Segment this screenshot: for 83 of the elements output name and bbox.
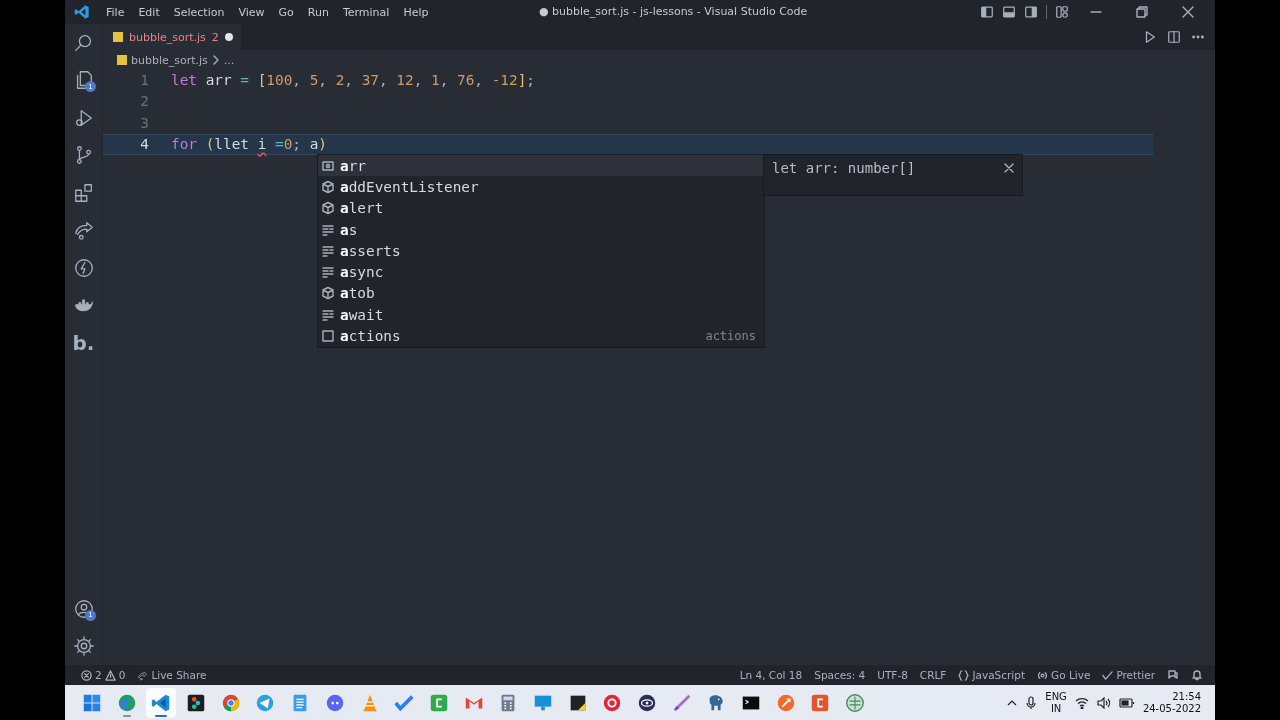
breadcrumb-item[interactable]: bubble_sort.js (131, 53, 208, 67)
feedback-icon[interactable] (1167, 669, 1179, 681)
broadcast-icon (1037, 669, 1049, 681)
code-line: for (llet i =0; a) (171, 134, 327, 154)
status-item[interactable]: CRLF (915, 669, 951, 681)
error-icon (81, 669, 92, 681)
js-file-icon (113, 32, 123, 42)
layout-icon[interactable] (1055, 5, 1069, 19)
keyword-icon (321, 222, 335, 237)
variable-icon (321, 158, 335, 173)
warning-icon (104, 669, 116, 681)
language-mode[interactable]: JavaScript (954, 669, 1030, 681)
status-item[interactable]: UTF-8 (873, 669, 912, 681)
cube-icon (321, 179, 335, 194)
prettier-button[interactable]: Prettier (1098, 669, 1159, 681)
suggestion-item[interactable]: alert (318, 197, 764, 219)
lightning-icon[interactable] (72, 256, 95, 279)
suggestion-item[interactable]: await (318, 304, 764, 326)
clock[interactable]: 21:54 24-05-2022 (1142, 690, 1201, 715)
keyword-icon (321, 243, 335, 258)
secondary-sidebar-icon[interactable] (1024, 5, 1038, 19)
cube-icon (321, 201, 335, 216)
suggestion-item[interactable]: as (318, 218, 764, 241)
menu-item[interactable]: Selection (166, 3, 232, 21)
keyword-icon (321, 307, 335, 322)
snippet-icon (321, 329, 335, 343)
keyword-icon (321, 265, 335, 280)
input-language[interactable]: ENG IN (1045, 690, 1067, 715)
line-number: 4 (139, 134, 150, 154)
suggestion-item[interactable]: atob (318, 282, 764, 305)
code-line: let arr = [100, 5, 2, 37, 12, 1, 76, -12]; (171, 71, 535, 90)
running-indicator (155, 714, 168, 717)
line-number: 1 (139, 71, 150, 90)
restore-icon[interactable] (1136, 6, 1148, 18)
battery-icon[interactable] (1118, 697, 1135, 708)
share-arrow-icon (137, 669, 149, 681)
breadcrumb-item[interactable]: ... (223, 53, 235, 67)
wifi-icon[interactable] (1074, 696, 1089, 709)
type-signature: let arr: number[] (772, 160, 916, 176)
live-share-button[interactable]: Live Share (133, 669, 211, 681)
menu-item[interactable]: View (231, 3, 272, 21)
volume-icon[interactable] (1096, 696, 1111, 709)
suggestion-item[interactable]: arr (318, 155, 764, 177)
status-item[interactable]: Ln 4, Col 18 (735, 669, 807, 681)
close-icon[interactable] (1004, 163, 1014, 173)
activity-logo[interactable]: b. (72, 330, 95, 355)
sidebar-toggle-icon[interactable] (980, 5, 994, 19)
unsaved-dot-icon[interactable] (224, 33, 233, 41)
line-number: 2 (139, 92, 150, 112)
close-icon[interactable] (1182, 6, 1194, 18)
menu-item[interactable]: Help (396, 3, 436, 21)
running-indicator (122, 714, 131, 717)
suggestion-item[interactable]: asserts (318, 240, 764, 262)
menu-item[interactable]: File (99, 3, 132, 21)
run-icon[interactable] (1143, 30, 1157, 44)
code-editor-icon[interactable] (74, 4, 90, 20)
suggestion-item[interactable]: actions actions (318, 325, 764, 347)
braces-icon (958, 669, 970, 681)
problem-count: 2 (211, 30, 219, 44)
check-icon (1102, 669, 1114, 681)
problems-indicator[interactable]: 2 0 (77, 669, 130, 681)
suggestion-item[interactable]: async (318, 261, 764, 283)
suggestion-item[interactable]: addEventListener (318, 176, 764, 198)
panel-toggle-icon[interactable] (1002, 5, 1016, 19)
menu-item[interactable]: Terminal (335, 3, 397, 21)
go-live-button[interactable]: Go Live (1033, 669, 1095, 681)
settings-icon[interactable] (72, 635, 95, 658)
status-item[interactable]: Spaces: 4 (810, 669, 870, 681)
bell-icon[interactable] (1191, 669, 1203, 681)
split-editor-icon[interactable] (1167, 30, 1181, 44)
js-file-icon (117, 55, 127, 65)
globe-icon[interactable] (844, 691, 867, 714)
menu-item[interactable]: Go (271, 3, 301, 21)
chevron-icon (211, 55, 220, 65)
extensions-icon[interactable] (72, 181, 95, 204)
line-number: 3 (139, 113, 150, 133)
menu-item[interactable]: Edit (131, 3, 167, 21)
cube-icon (321, 286, 335, 301)
menu-item[interactable]: Run (300, 3, 336, 21)
editor-tab[interactable]: bubble_sort.js 2 (103, 24, 241, 50)
microphone-icon[interactable] (1025, 695, 1038, 710)
window-title: ● bubble_sort.js - js-lessons - Visual Studio Code (539, 5, 808, 18)
share-arrow-icon[interactable] (72, 219, 95, 242)
